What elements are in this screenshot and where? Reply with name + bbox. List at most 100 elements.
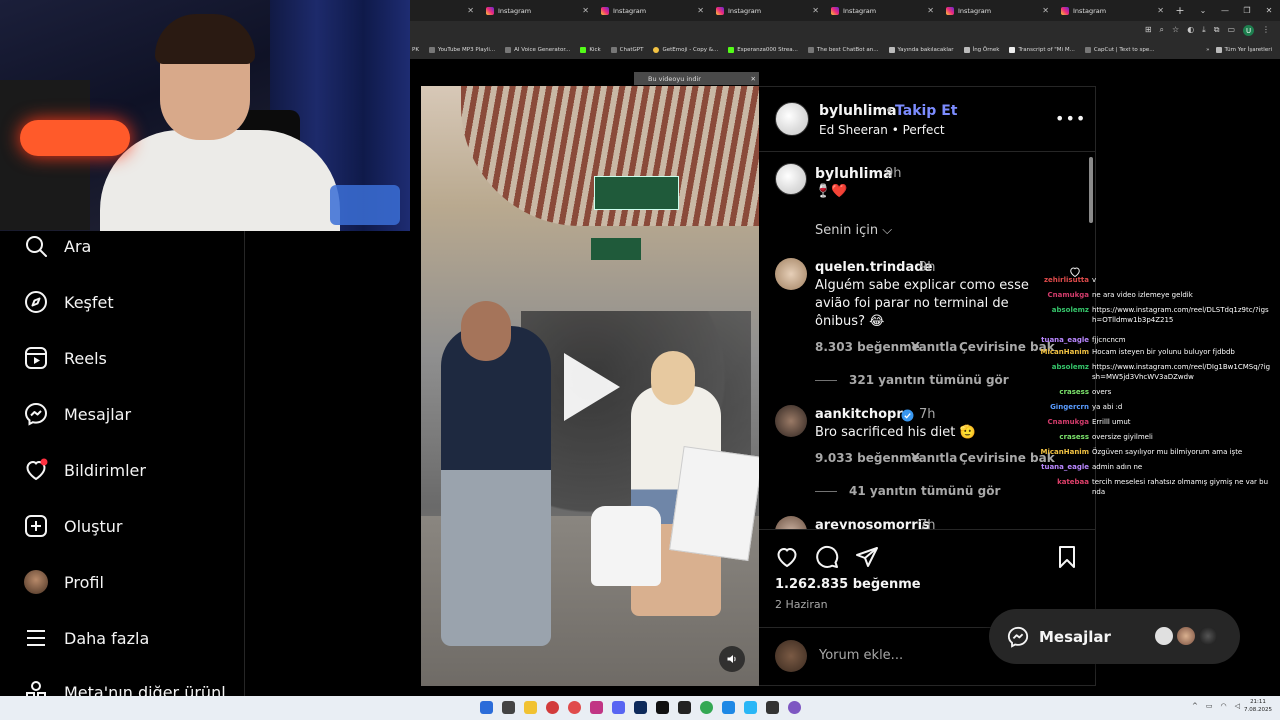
sidebar-item-messages[interactable]: Mesajlar <box>24 399 131 429</box>
downloads-icon[interactable]: ⤓ <box>1202 25 1206 36</box>
comment-avatar[interactable] <box>775 258 807 290</box>
install-app-icon[interactable]: ⊞ <box>1145 25 1152 36</box>
reply-button[interactable]: Yanıtla <box>911 451 957 465</box>
sidebar-item-explore[interactable]: Keşfet <box>24 287 114 317</box>
sidebar-item-reels[interactable]: Reels <box>24 343 107 373</box>
chrome-icon[interactable] <box>700 701 713 714</box>
browser-tab[interactable]: Instagram ✕ <box>825 0 940 21</box>
new-tab-button[interactable]: + <box>1170 4 1190 17</box>
post-audio-track[interactable]: Ed Sheeran • Perfect <box>819 123 945 137</box>
comments-sort-dropdown[interactable]: Senin için ⌵ <box>815 222 892 240</box>
sidebar-item-create[interactable]: Oluştur <box>24 511 123 541</box>
extensions-puzzle-icon[interactable]: ⧉ <box>1214 25 1220 36</box>
close-tab-icon[interactable]: ✕ <box>1042 6 1049 15</box>
comment-username[interactable]: areynosomorris <box>815 518 930 529</box>
volume-icon[interactable]: ◁ <box>1235 702 1240 710</box>
comment-likes[interactable]: 8.303 beğenme <box>815 340 920 354</box>
close-tab-icon[interactable]: ✕ <box>467 6 474 15</box>
opera-icon[interactable] <box>568 701 581 714</box>
bookmark-item[interactable]: Esperanza000 Strea... <box>728 47 798 53</box>
minimize-button[interactable]: — <box>1214 6 1236 15</box>
reply-button[interactable]: Yanıtla <box>911 340 957 354</box>
post-like-count[interactable]: 1.262.835 beğenme <box>775 577 921 592</box>
tab-search-icon[interactable]: ⌄ <box>1192 6 1214 15</box>
sidebar-item-profile[interactable]: Profil <box>24 567 104 597</box>
bookmark-item[interactable]: YouTube MP3 Playli... <box>428 47 495 53</box>
bookmark-item[interactable]: İng Örnek <box>963 47 999 53</box>
follow-button[interactable]: Takip Et <box>895 103 957 119</box>
caption-avatar[interactable] <box>775 163 807 195</box>
bookmarks-overflow-button[interactable]: » <box>1206 47 1209 53</box>
sidebar-item-notifications[interactable]: Bildirimler <box>24 455 146 485</box>
app-icon[interactable] <box>744 701 757 714</box>
bookmark-star-icon[interactable]: ☆ <box>1172 25 1179 36</box>
photoshop-icon[interactable] <box>634 701 647 714</box>
post-author-avatar[interactable] <box>775 102 809 136</box>
close-icon[interactable]: ✕ <box>751 75 756 83</box>
caption-username[interactable]: byluhlima <box>815 166 893 182</box>
bookmark-item[interactable]: The best ChatBot an... <box>807 47 879 53</box>
task-view-icon[interactable] <box>502 701 515 714</box>
browser-tab[interactable]: Instagram ✕ <box>940 0 1055 21</box>
app-icon[interactable] <box>788 701 801 714</box>
browser-menu-icon[interactable]: ⋮ <box>1262 25 1270 36</box>
app-icon[interactable] <box>678 701 691 714</box>
browser-tab[interactable]: Instagram ✕ <box>1055 0 1170 21</box>
windows-start-icon[interactable] <box>480 701 493 714</box>
app-icon[interactable] <box>546 701 559 714</box>
comment-likes[interactable]: 9.033 beğenme <box>815 451 920 465</box>
close-tab-icon[interactable]: ✕ <box>1157 6 1164 15</box>
zoom-icon[interactable]: ⌕ <box>1160 25 1164 36</box>
comment-bubble-icon[interactable] <box>815 545 839 573</box>
reel-video[interactable] <box>421 86 759 686</box>
like-heart-icon[interactable] <box>775 545 799 573</box>
more-options-icon[interactable]: ••• <box>1055 109 1086 128</box>
close-tab-icon[interactable]: ✕ <box>927 6 934 15</box>
all-bookmarks-button[interactable]: Tüm Yer İşaretleri <box>1215 47 1272 53</box>
profile-avatar[interactable]: U <box>1243 25 1254 36</box>
clock[interactable]: 21:11 7.08.2025 <box>1244 698 1272 714</box>
tiktok-icon[interactable] <box>656 701 669 714</box>
bookmark-item[interactable]: AI Voice Generator... <box>505 47 570 53</box>
bookmark-item[interactable]: Kick <box>580 47 601 53</box>
network-icon[interactable]: ▭ <box>1206 702 1213 710</box>
discord-icon[interactable] <box>612 701 625 714</box>
share-send-icon[interactable] <box>855 545 879 573</box>
sidebar-icon[interactable]: ▭ <box>1227 25 1235 36</box>
app-icon[interactable] <box>722 701 735 714</box>
sidebar-item-meta-apps[interactable]: Meta'nın diğer ürünl <box>24 679 226 696</box>
comment-avatar[interactable] <box>775 405 807 437</box>
messages-floating-button[interactable]: Mesajlar <box>989 609 1240 664</box>
maximize-button[interactable]: ❐ <box>1236 6 1258 15</box>
close-window-button[interactable]: ✕ <box>1258 6 1280 15</box>
browser-tab[interactable]: Instagram ✕ <box>480 0 595 21</box>
bookmark-item[interactable]: ChatGPT <box>610 47 643 53</box>
bookmark-item[interactable]: CapCut | Text to spe... <box>1084 47 1155 53</box>
extension-icon[interactable]: ◐ <box>1187 25 1194 36</box>
wifi-icon[interactable]: ◠ <box>1221 702 1227 710</box>
bookmark-item[interactable]: PK <box>412 47 419 53</box>
comment-avatar[interactable] <box>775 516 807 529</box>
close-tab-icon[interactable]: ✕ <box>697 6 704 15</box>
browser-tab[interactable]: Instagram ✕ <box>595 0 710 21</box>
bookmark-item[interactable]: Transcript of "Mi M... <box>1009 47 1075 53</box>
view-replies-button[interactable]: 321 yanıtın tümünü gör <box>815 373 1009 387</box>
chevron-up-icon[interactable]: ^ <box>1192 702 1198 710</box>
video-download-banner[interactable]: Bu videoyu indir ✕ <box>634 72 759 85</box>
view-replies-button[interactable]: 41 yanıtın tümünü gör <box>815 484 1000 498</box>
comment-input[interactable]: Yorum ekle... <box>819 648 903 663</box>
sidebar-item-search[interactable]: Ara <box>24 231 91 261</box>
play-icon[interactable] <box>564 353 620 421</box>
bookmark-item[interactable]: GetEmoji - Copy &... <box>653 47 718 53</box>
sidebar-item-more[interactable]: Daha fazla <box>24 623 149 653</box>
scrollbar-thumb[interactable] <box>1089 157 1093 223</box>
save-bookmark-icon[interactable] <box>1055 545 1079 573</box>
close-tab-icon[interactable]: ✕ <box>582 6 589 15</box>
browser-tab-active[interactable]: Instagram ✕ <box>710 0 825 21</box>
comment-username[interactable]: quelen.trindade <box>815 260 932 275</box>
close-tab-icon[interactable]: ✕ <box>812 6 819 15</box>
comment-username[interactable]: aankitchopra <box>815 407 912 422</box>
browser-tab[interactable]: ✕ <box>410 0 480 21</box>
file-explorer-icon[interactable] <box>524 701 537 714</box>
mute-button[interactable] <box>719 646 745 672</box>
